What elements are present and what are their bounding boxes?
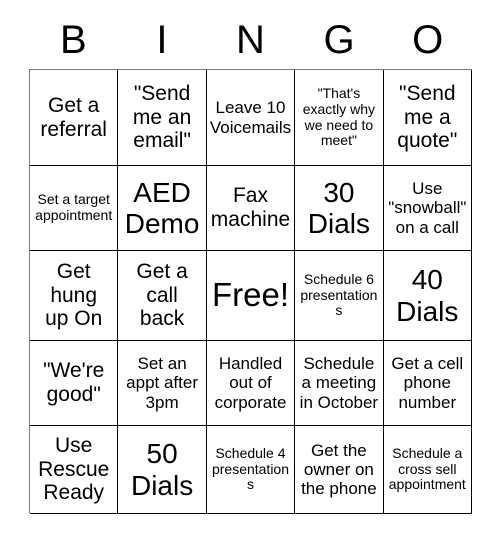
bingo-cell-label: Free! <box>211 276 289 314</box>
bingo-cell-g1[interactable]: "That's exactly why we need to meet" <box>295 70 384 166</box>
bingo-cell-n3[interactable]: Free! <box>206 251 296 341</box>
bingo-cell-i2[interactable]: AED Demo <box>118 166 207 251</box>
bingo-cell-label: 40 Dials <box>396 264 459 327</box>
bingo-cell-b1[interactable]: Get a referral <box>30 70 119 166</box>
bingo-cell-label: "Send me a quote" <box>397 82 458 153</box>
bingo-cell-g5[interactable]: Get the owner on the phone <box>295 426 384 514</box>
bingo-cell-label: Get the owner on the phone <box>301 440 377 499</box>
bingo-cell-i3[interactable]: Get a call back <box>118 251 207 341</box>
bingo-cell-i4[interactable]: Set an appt after 3pm <box>118 341 207 426</box>
bingo-cell-label: Use Rescue Ready <box>38 434 110 505</box>
bingo-cell-n5[interactable]: Schedule 4 presentations <box>206 426 296 514</box>
bingo-letter-n: N <box>236 18 265 62</box>
bingo-letter-b: B <box>59 18 87 62</box>
bingo-cell-label: Use "snowball" on a call <box>388 179 467 237</box>
bingo-cell-label: Leave 10 Voicemails <box>209 98 292 137</box>
bingo-letter-o: O <box>412 18 444 62</box>
bingo-cell-label: AED Demo <box>124 176 200 239</box>
bingo-cell-label: "Send me an email" <box>132 82 192 153</box>
bingo-cell-b3[interactable]: Get hung up On <box>30 251 119 341</box>
bingo-cell-n4[interactable]: Handled out of corporate <box>206 341 296 426</box>
bingo-cell-label: Get hung up On <box>45 260 103 331</box>
bingo-cell-label: Set an appt after 3pm <box>126 354 198 412</box>
bingo-grid: Get a referral "Send me an email" Leave 10… <box>29 69 472 514</box>
bingo-cell-b4[interactable]: "We're good" <box>30 341 119 426</box>
bingo-cell-label: Fax machine <box>210 184 291 231</box>
bingo-cell-label: Set a target appointment <box>35 191 113 223</box>
bingo-cell-label: Get a cell phone number <box>391 354 464 412</box>
bingo-header: B I N G O <box>29 14 472 66</box>
bingo-cell-b2[interactable]: Set a target appointment <box>30 166 119 251</box>
bingo-cell-label: Get a call back <box>136 260 188 331</box>
bingo-cell-label: 50 Dials <box>130 438 194 501</box>
bingo-cell-n1[interactable]: Leave 10 Voicemails <box>206 70 296 166</box>
bingo-cell-label: "That's exactly why we need to meet" <box>302 85 376 149</box>
bingo-cell-o1[interactable]: "Send me a quote" <box>383 70 472 166</box>
bingo-cell-label: Handled out of corporate <box>214 354 287 412</box>
bingo-cell-label: Schedule a meeting in October <box>299 354 379 412</box>
bingo-cell-g2[interactable]: 30 Dials <box>295 166 384 251</box>
bingo-cell-label: 30 Dials <box>307 176 370 239</box>
bingo-cell-n2[interactable]: Fax machine <box>206 166 296 251</box>
bingo-cell-i5[interactable]: 50 Dials <box>118 426 207 514</box>
bingo-cell-label: "We're good" <box>43 359 105 406</box>
bingo-cell-label: Get a referral <box>40 93 107 141</box>
bingo-cell-i1[interactable]: "Send me an email" <box>118 70 207 166</box>
bingo-cell-b5[interactable]: Use Rescue Ready <box>30 426 119 514</box>
bingo-letter-i: I <box>156 18 168 62</box>
bingo-cell-o2[interactable]: Use "snowball" on a call <box>383 166 472 251</box>
bingo-cell-o5[interactable]: Schedule a cross sell appointment <box>383 426 472 514</box>
bingo-cell-g4[interactable]: Schedule a meeting in October <box>295 341 384 426</box>
bingo-cell-g3[interactable]: Schedule 6 presentations <box>295 251 384 341</box>
bingo-cell-label: Schedule 4 presentations <box>211 444 290 493</box>
bingo-cell-o3[interactable]: 40 Dials <box>383 251 472 341</box>
bingo-cell-label: Schedule 6 presentations <box>300 270 378 319</box>
bingo-cell-o4[interactable]: Get a cell phone number <box>383 341 472 426</box>
bingo-letter-g: G <box>323 18 355 62</box>
bingo-cell-label: Schedule a cross sell appointment <box>388 444 466 493</box>
bingo-card: B I N G O Get a referral "Send me an emai… <box>0 0 500 544</box>
